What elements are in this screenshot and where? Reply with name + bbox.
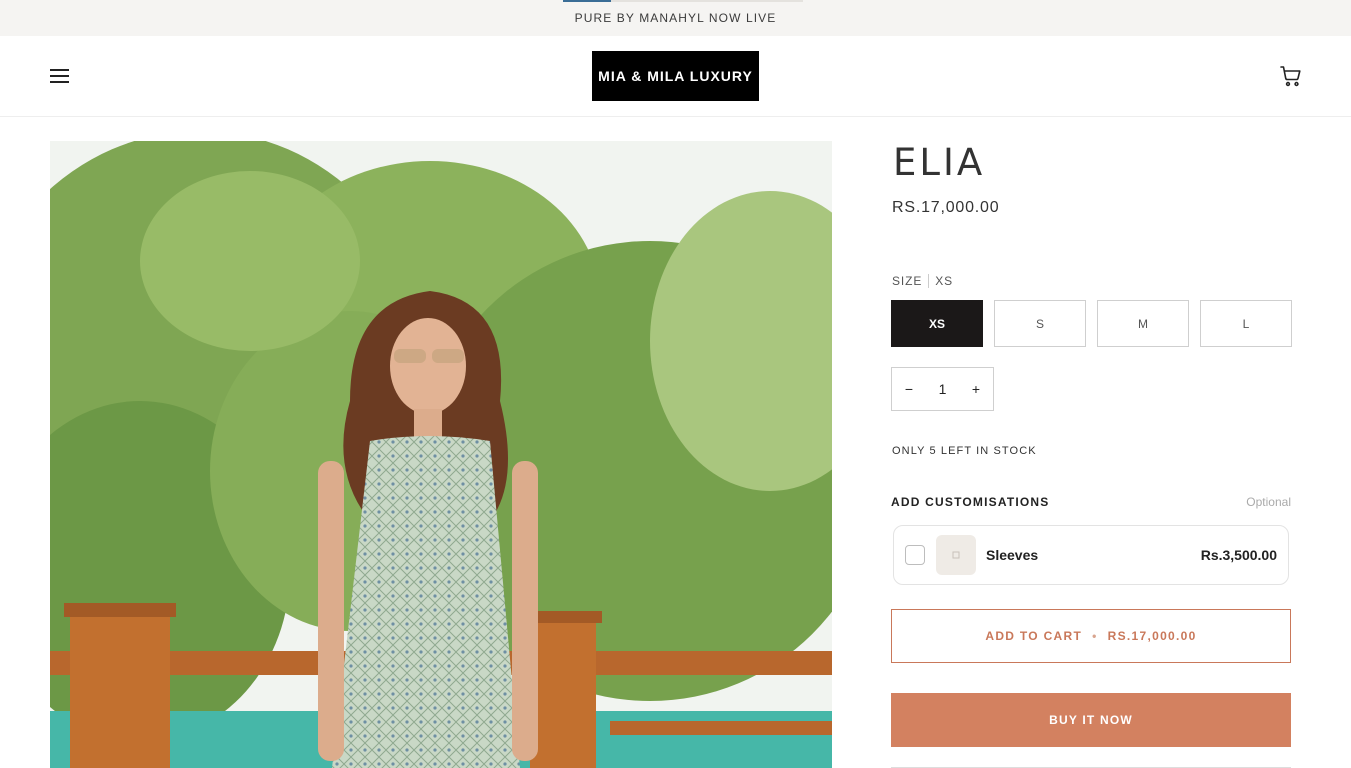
- stock-notice: ONLY 5 LEFT IN STOCK: [892, 445, 1037, 457]
- quantity-increase-button[interactable]: +: [969, 381, 983, 397]
- quantity-decrease-button[interactable]: −: [902, 381, 916, 397]
- site-header: MIA & MILA LUXURY: [0, 36, 1351, 117]
- size-option-xs[interactable]: XS: [891, 300, 983, 347]
- add-to-cart-label: ADD TO CART: [985, 629, 1083, 643]
- add-to-cart-button[interactable]: ADD TO CART • RS.17,000.00: [891, 609, 1291, 663]
- customisations-optional-label: Optional: [1246, 495, 1291, 509]
- addon-name: Sleeves: [986, 547, 1039, 563]
- customisation-item-sleeves[interactable]: Sleeves Rs.3,500.00: [893, 525, 1289, 585]
- size-label-text: SIZE: [892, 274, 923, 288]
- announcement-bar: PURE BY MANAHYL NOW LIVE: [0, 0, 1351, 36]
- add-to-cart-price: RS.17,000.00: [1107, 629, 1197, 643]
- size-option-l[interactable]: L: [1200, 300, 1292, 347]
- buy-now-button[interactable]: BUY IT NOW: [891, 693, 1291, 747]
- add-to-cart-separator: •: [1092, 629, 1098, 643]
- sleeves-checkbox[interactable]: [905, 545, 925, 565]
- sleeves-thumbnail: [936, 535, 976, 575]
- size-option-s[interactable]: S: [994, 300, 1086, 347]
- product-info: ELIA RS.17,000.00 SIZE XS XS S M L − 1 +…: [891, 117, 1292, 768]
- customisations-header: ADD CUSTOMISATIONS Optional: [891, 495, 1291, 509]
- announcement-progress: [563, 0, 803, 2]
- product-price: RS.17,000.00: [892, 199, 1000, 216]
- quantity-stepper: − 1 +: [891, 367, 994, 411]
- size-options: XS S M L: [891, 300, 1292, 347]
- announcement-text[interactable]: PURE BY MANAHYL NOW LIVE: [575, 11, 777, 25]
- customisations-title: ADD CUSTOMISATIONS: [891, 495, 1050, 509]
- addon-price: Rs.3,500.00: [1200, 547, 1277, 563]
- store-logo[interactable]: MIA & MILA LUXURY: [592, 51, 759, 101]
- product-title: ELIA: [893, 141, 986, 184]
- size-label-divider: [928, 274, 930, 288]
- menu-icon[interactable]: [48, 66, 72, 86]
- size-option-m[interactable]: M: [1097, 300, 1189, 347]
- cart-icon[interactable]: [1279, 64, 1303, 88]
- size-label: SIZE XS: [892, 274, 953, 288]
- selected-size-value: XS: [935, 274, 954, 288]
- image-placeholder-icon: [952, 551, 960, 559]
- product-photo[interactable]: [50, 141, 832, 768]
- quantity-input[interactable]: 1: [939, 381, 947, 397]
